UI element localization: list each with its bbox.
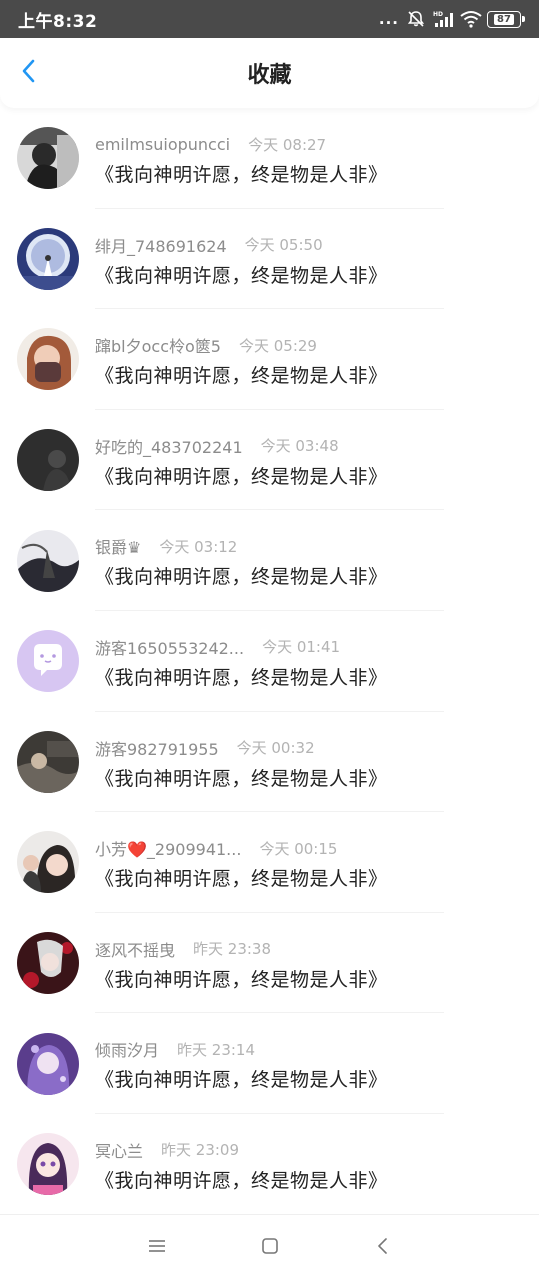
timestamp: 昨天 23:09 bbox=[161, 1141, 240, 1160]
timestamp: 今天 03:48 bbox=[260, 437, 339, 456]
home-square-icon bbox=[261, 1237, 279, 1259]
item-content[interactable]: 《我向神明许愿，终是物是人非》 bbox=[95, 965, 529, 992]
list-item[interactable]: 游客1650553242... 今天 01:41 《我向神明许愿，终是物是人非》 bbox=[0, 611, 539, 712]
user-name[interactable]: 小芳❤️_2909941... bbox=[95, 836, 241, 860]
item-content[interactable]: 《我向神明许愿，终是物是人非》 bbox=[95, 562, 529, 589]
timestamp: 今天 00:15 bbox=[259, 839, 338, 858]
user-name[interactable]: 游客1650553242... bbox=[95, 635, 244, 659]
wifi-icon bbox=[460, 10, 482, 28]
hd-signal-icon: HD bbox=[433, 10, 453, 28]
back-nav-button[interactable] bbox=[368, 1233, 398, 1263]
avatar[interactable] bbox=[17, 932, 79, 995]
item-content[interactable]: 《我向神明许愿，终是物是人非》 bbox=[95, 462, 529, 489]
timestamp: 今天 00:32 bbox=[236, 739, 315, 758]
avatar[interactable] bbox=[17, 831, 79, 894]
chevron-left-icon bbox=[19, 58, 39, 88]
menu-icon bbox=[147, 1238, 167, 1258]
status-icons: ... HD 87 bbox=[378, 9, 525, 28]
avatar[interactable] bbox=[17, 730, 79, 793]
item-content[interactable]: 《我向神明许愿，终是物是人非》 bbox=[95, 361, 529, 388]
user-name[interactable]: emilmsuiopuncci bbox=[95, 135, 230, 154]
list-item[interactable]: 绯月_748691624 今天 05:50 《我向神明许愿，终是物是人非》 bbox=[0, 209, 539, 310]
list-item[interactable]: 冥心兰 昨天 23:09 《我向神明许愿，终是物是人非》 bbox=[0, 1114, 539, 1215]
item-content[interactable]: 《我向神明许愿，终是物是人非》 bbox=[95, 1166, 529, 1193]
back-button[interactable] bbox=[16, 58, 42, 88]
home-button[interactable] bbox=[255, 1233, 285, 1263]
mute-bell-icon bbox=[406, 10, 426, 28]
list-item[interactable]: 蹿bl夕occ柃o篋5 今天 05:29 《我向神明许愿，终是物是人非》 bbox=[0, 309, 539, 410]
back-arrow-icon bbox=[376, 1236, 390, 1260]
timestamp: 今天 01:41 bbox=[262, 638, 341, 657]
list-item[interactable]: 银爵♛ 今天 03:12 《我向神明许愿，终是物是人非》 bbox=[0, 510, 539, 611]
item-content[interactable]: 《我向神明许愿，终是物是人非》 bbox=[95, 1065, 529, 1092]
timestamp: 今天 03:12 bbox=[159, 537, 238, 556]
avatar[interactable] bbox=[17, 227, 79, 290]
avatar[interactable] bbox=[17, 630, 79, 693]
item-content[interactable]: 《我向神明许愿，终是物是人非》 bbox=[95, 261, 529, 288]
timestamp: 今天 05:50 bbox=[244, 236, 323, 255]
system-nav-bar bbox=[0, 1214, 539, 1280]
header: 收藏 bbox=[0, 38, 539, 108]
avatar[interactable] bbox=[17, 328, 79, 391]
favorites-list: emilmsuiopuncci 今天 08:27 《我向神明许愿，终是物是人非》 … bbox=[0, 108, 539, 1215]
list-item[interactable]: 倾雨汐月 昨天 23:14 《我向神明许愿，终是物是人非》 bbox=[0, 1013, 539, 1114]
user-name[interactable]: 游客982791955 bbox=[95, 736, 219, 760]
menu-button[interactable] bbox=[142, 1233, 172, 1263]
user-name[interactable]: 逐风不摇曳 bbox=[95, 937, 175, 961]
avatar[interactable] bbox=[17, 1032, 79, 1095]
item-content[interactable]: 《我向神明许愿，终是物是人非》 bbox=[95, 764, 529, 791]
user-name[interactable]: 绯月_748691624 bbox=[95, 233, 227, 257]
list-item[interactable]: emilmsuiopuncci 今天 08:27 《我向神明许愿，终是物是人非》 bbox=[0, 108, 539, 209]
user-name[interactable]: 好吃的_483702241 bbox=[95, 434, 243, 458]
page-title: 收藏 bbox=[247, 63, 292, 88]
avatar[interactable] bbox=[17, 529, 79, 592]
status-time: 上午8:32 bbox=[18, 11, 98, 32]
list-item[interactable]: 逐风不摇曳 昨天 23:38 《我向神明许愿，终是物是人非》 bbox=[0, 913, 539, 1014]
avatar[interactable] bbox=[17, 127, 79, 190]
svg-text:HD: HD bbox=[433, 11, 443, 18]
status-bar: 上午8:32 ... HD 87 bbox=[0, 0, 539, 38]
user-name[interactable]: 蹿bl夕occ柃o篋5 bbox=[95, 333, 221, 357]
item-content[interactable]: 《我向神明许愿，终是物是人非》 bbox=[95, 864, 529, 891]
avatar[interactable] bbox=[17, 429, 79, 492]
list-item[interactable]: 游客982791955 今天 00:32 《我向神明许愿，终是物是人非》 bbox=[0, 712, 539, 813]
user-name[interactable]: 倾雨汐月 bbox=[95, 1037, 159, 1061]
user-name[interactable]: 冥心兰 bbox=[95, 1138, 143, 1162]
user-name[interactable]: 银爵♛ bbox=[95, 534, 141, 558]
list-item[interactable]: 好吃的_483702241 今天 03:48 《我向神明许愿，终是物是人非》 bbox=[0, 410, 539, 511]
timestamp: 昨天 23:14 bbox=[177, 1040, 256, 1059]
list-item[interactable]: 小芳❤️_2909941... 今天 00:15 《我向神明许愿，终是物是人非》 bbox=[0, 812, 539, 913]
battery-level: 87 bbox=[494, 13, 514, 25]
timestamp: 今天 05:29 bbox=[238, 336, 317, 355]
avatar[interactable] bbox=[17, 1133, 79, 1196]
timestamp: 昨天 23:38 bbox=[193, 940, 272, 959]
item-content[interactable]: 《我向神明许愿，终是物是人非》 bbox=[95, 160, 529, 187]
item-content[interactable]: 《我向神明许愿，终是物是人非》 bbox=[95, 663, 529, 690]
battery-icon: 87 bbox=[487, 10, 525, 28]
timestamp: 今天 08:27 bbox=[248, 135, 327, 154]
status-dots: ... bbox=[378, 9, 399, 28]
